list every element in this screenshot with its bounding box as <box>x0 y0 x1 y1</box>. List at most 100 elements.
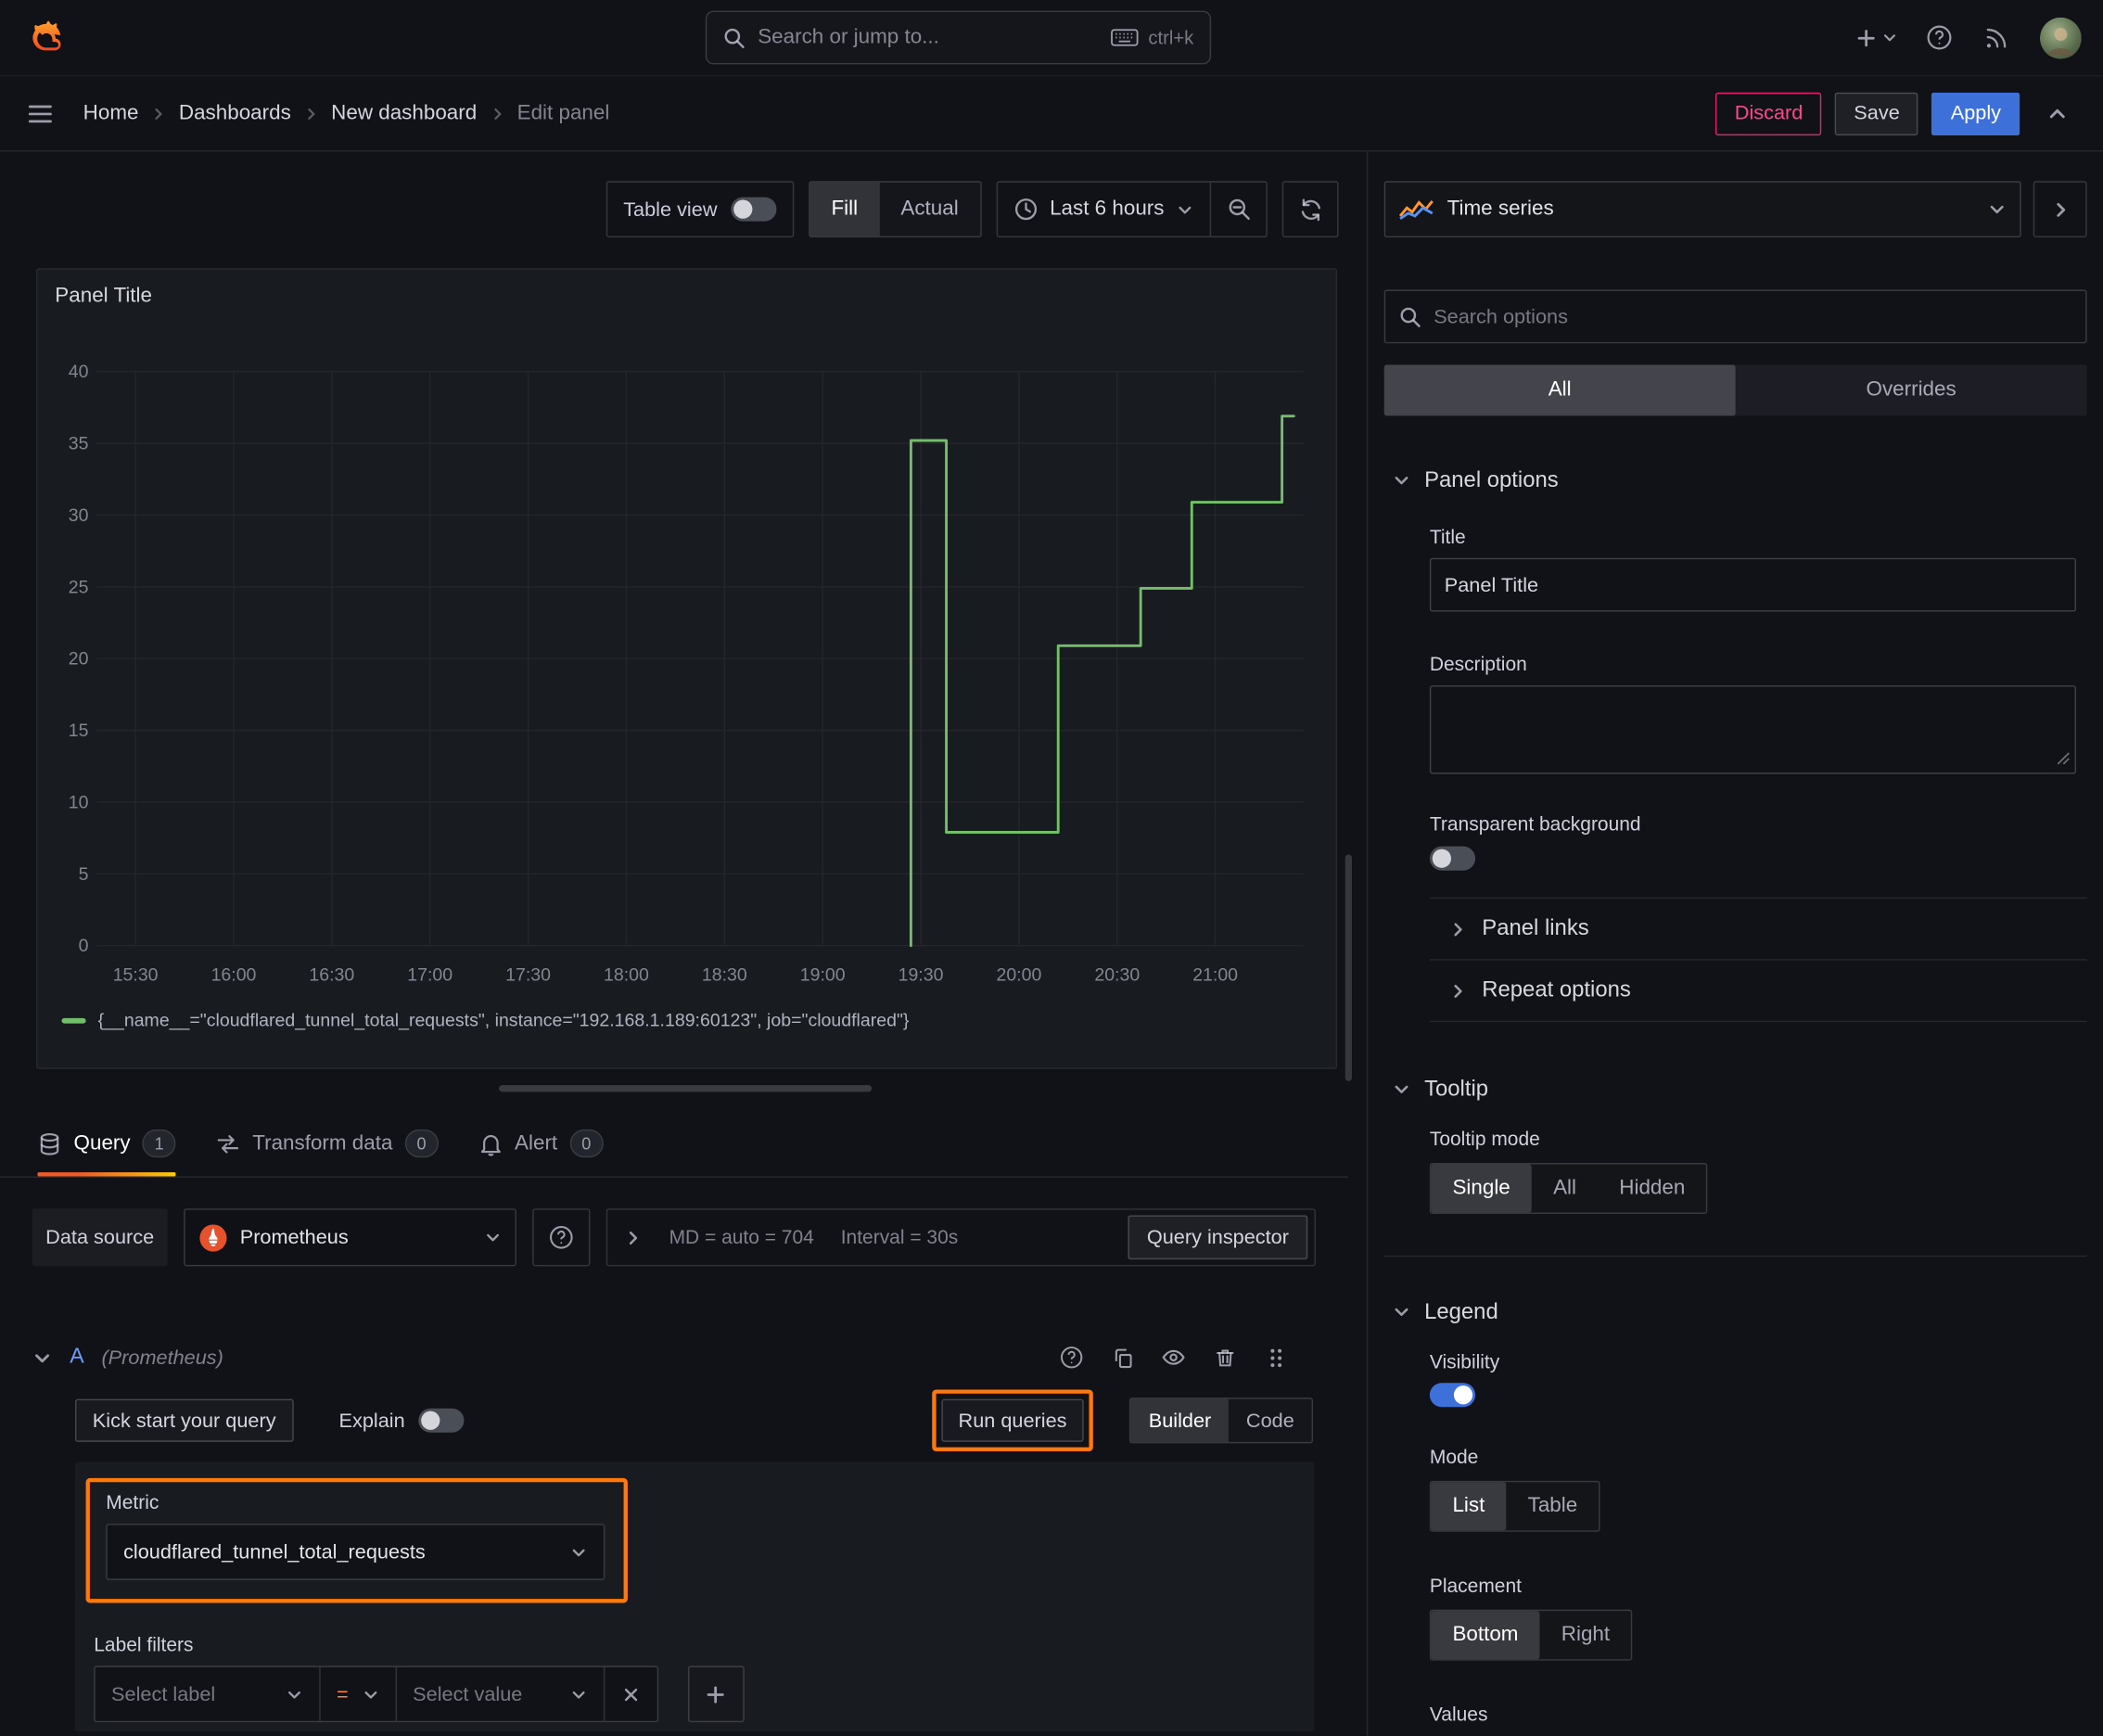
query-options-bar[interactable]: MD = auto = 704 Interval = 30s Query ins… <box>605 1208 1316 1267</box>
datasource-help-button[interactable] <box>532 1208 591 1267</box>
user-avatar[interactable] <box>2039 17 2082 58</box>
grip-dots-icon <box>1267 1346 1284 1369</box>
svg-text:16:30: 16:30 <box>309 964 354 985</box>
time-range-picker[interactable]: Last 6 hours <box>998 183 1210 236</box>
legend-section-header[interactable]: Legend <box>1384 1295 2087 1330</box>
panel-toolbar: Table view Fill Actual Last 6 hours <box>0 181 1339 238</box>
search-placeholder: Search or jump to... <box>758 25 939 49</box>
search-icon <box>1399 305 1422 328</box>
tab-overrides[interactable]: Overrides <box>1736 364 2087 415</box>
news-button[interactable] <box>1973 15 2019 60</box>
svg-text:20:00: 20:00 <box>996 964 1041 985</box>
add-filter-button[interactable] <box>687 1666 745 1723</box>
save-button[interactable]: Save <box>1835 92 1919 135</box>
vertical-scrollbar[interactable] <box>1345 854 1352 1081</box>
repeat-options-section[interactable]: Repeat options <box>1429 959 2087 1021</box>
legend-visibility-switch[interactable] <box>1429 1383 1476 1408</box>
panel-title[interactable]: Panel Title <box>37 270 1335 324</box>
query-inspector-button[interactable]: Query inspector <box>1128 1215 1308 1260</box>
run-queries-button[interactable]: Run queries <box>940 1398 1085 1442</box>
metric-label: Metric <box>106 1492 159 1514</box>
metric-select[interactable]: cloudflared_tunnel_total_requests <box>106 1524 605 1580</box>
query-builder-card: Metric cloudflared_tunnel_total_requests… <box>74 1462 1315 1732</box>
mega-menu-toggle[interactable] <box>16 89 64 137</box>
query-row-header[interactable]: A (Prometheus) <box>32 1331 1316 1385</box>
grafana-logo[interactable] <box>21 13 70 61</box>
transparent-background-switch[interactable] <box>1429 846 1476 871</box>
legend-placement-bottom[interactable]: Bottom <box>1431 1611 1540 1660</box>
label-filters-block: Label filters Select label = Select valu… <box>94 1635 1295 1723</box>
chevron-down-icon[interactable] <box>32 1347 53 1368</box>
chart-legend: {__name__="cloudflared_tunnel_total_requ… <box>61 1010 1336 1030</box>
visualization-name: Time series <box>1447 197 1554 221</box>
apply-button[interactable]: Apply <box>1931 92 2020 135</box>
operator-value: = <box>337 1682 349 1706</box>
refresh-button[interactable] <box>1281 181 1339 238</box>
visualization-picker[interactable]: Time series <box>1383 181 2021 238</box>
tab-alert[interactable]: Alert 0 <box>478 1111 604 1177</box>
interval-info: Interval = 30s <box>840 1226 959 1248</box>
chevron-down-icon <box>1392 471 1410 490</box>
actual-option[interactable]: Actual <box>879 183 980 236</box>
tooltip-mode-hidden[interactable]: Hidden <box>1598 1164 1706 1212</box>
new-menu-button[interactable] <box>1847 15 1906 60</box>
legend-mode-list[interactable]: List <box>1431 1482 1507 1531</box>
select-value-placeholder: Select value <box>413 1682 523 1706</box>
delete-query-button[interactable] <box>1203 1336 1245 1379</box>
tooltip-section-header[interactable]: Tooltip <box>1384 1072 2087 1107</box>
panel-links-section[interactable]: Panel links <box>1429 897 2087 960</box>
svg-text:18:00: 18:00 <box>604 964 649 985</box>
drag-handle[interactable] <box>1254 1336 1296 1379</box>
discard-button[interactable]: Discard <box>1715 92 1822 135</box>
chevron-down-icon <box>484 1229 502 1246</box>
zoom-out-button[interactable] <box>1209 182 1267 236</box>
tab-transform[interactable]: Transform data 0 <box>216 1111 439 1177</box>
breadcrumb-new-dashboard[interactable]: New dashboard <box>331 101 477 125</box>
fill-option[interactable]: Fill <box>809 182 880 236</box>
search-bar[interactable]: Search or jump to... ctrl+k <box>705 10 1212 65</box>
options-search-input[interactable] <box>1434 305 2072 328</box>
time-range-label: Last 6 hours <box>1050 197 1165 221</box>
prometheus-icon <box>198 1222 228 1252</box>
kick-start-query-button[interactable]: Kick start your query <box>74 1398 294 1442</box>
duplicate-query-button[interactable] <box>1101 1336 1143 1379</box>
panel-title-input[interactable] <box>1429 557 2077 612</box>
operator-dropdown[interactable]: = <box>321 1666 397 1721</box>
tooltip-mode-single[interactable]: Single <box>1431 1164 1532 1213</box>
horizontal-scrollbar[interactable] <box>499 1085 873 1092</box>
help-button[interactable] <box>1917 15 1962 60</box>
table-view-switch[interactable] <box>730 197 777 222</box>
panel-options-section-header[interactable]: Panel options <box>1384 463 2087 498</box>
legend-series-name[interactable]: {__name__="cloudflared_tunnel_total_requ… <box>98 1010 910 1030</box>
code-option[interactable]: Code <box>1229 1399 1311 1442</box>
svg-text:17:30: 17:30 <box>505 964 551 985</box>
eye-icon <box>1162 1346 1186 1370</box>
query-help-button[interactable] <box>1051 1336 1093 1379</box>
breadcrumb-dashboards[interactable]: Dashboards <box>179 101 291 125</box>
bell-icon <box>478 1131 503 1155</box>
tab-all[interactable]: All <box>1383 364 1736 416</box>
tab-query-count: 1 <box>142 1129 176 1158</box>
chevron-down-icon <box>1392 1079 1410 1098</box>
collapse-options-button[interactable] <box>2033 89 2082 137</box>
hide-query-button[interactable] <box>1152 1336 1194 1379</box>
plus-icon <box>1854 26 1878 49</box>
legend-placement-right[interactable]: Right <box>1540 1611 1632 1659</box>
datasource-picker[interactable]: Prometheus <box>183 1208 516 1267</box>
close-icon <box>620 1684 641 1704</box>
explain-switch[interactable] <box>418 1408 465 1433</box>
select-label-placeholder: Select label <box>111 1682 216 1706</box>
breadcrumb-home[interactable]: Home <box>83 101 139 125</box>
builder-option[interactable]: Builder <box>1130 1398 1230 1442</box>
query-ref-id[interactable]: A <box>70 1346 83 1370</box>
collapse-pane-button[interactable] <box>2033 181 2087 238</box>
select-label-dropdown[interactable]: Select label <box>96 1666 321 1721</box>
tooltip-mode-all[interactable]: All <box>1532 1164 1598 1212</box>
panel-description-input[interactable] <box>1429 685 2077 774</box>
tab-query-label: Query <box>73 1131 131 1155</box>
select-value-dropdown[interactable]: Select value <box>397 1666 605 1721</box>
tab-query[interactable]: Query 1 <box>37 1111 177 1177</box>
remove-filter-button[interactable] <box>605 1667 656 1721</box>
legend-mode-table[interactable]: Table <box>1506 1482 1599 1530</box>
legend-swatch[interactable] <box>61 1017 86 1023</box>
